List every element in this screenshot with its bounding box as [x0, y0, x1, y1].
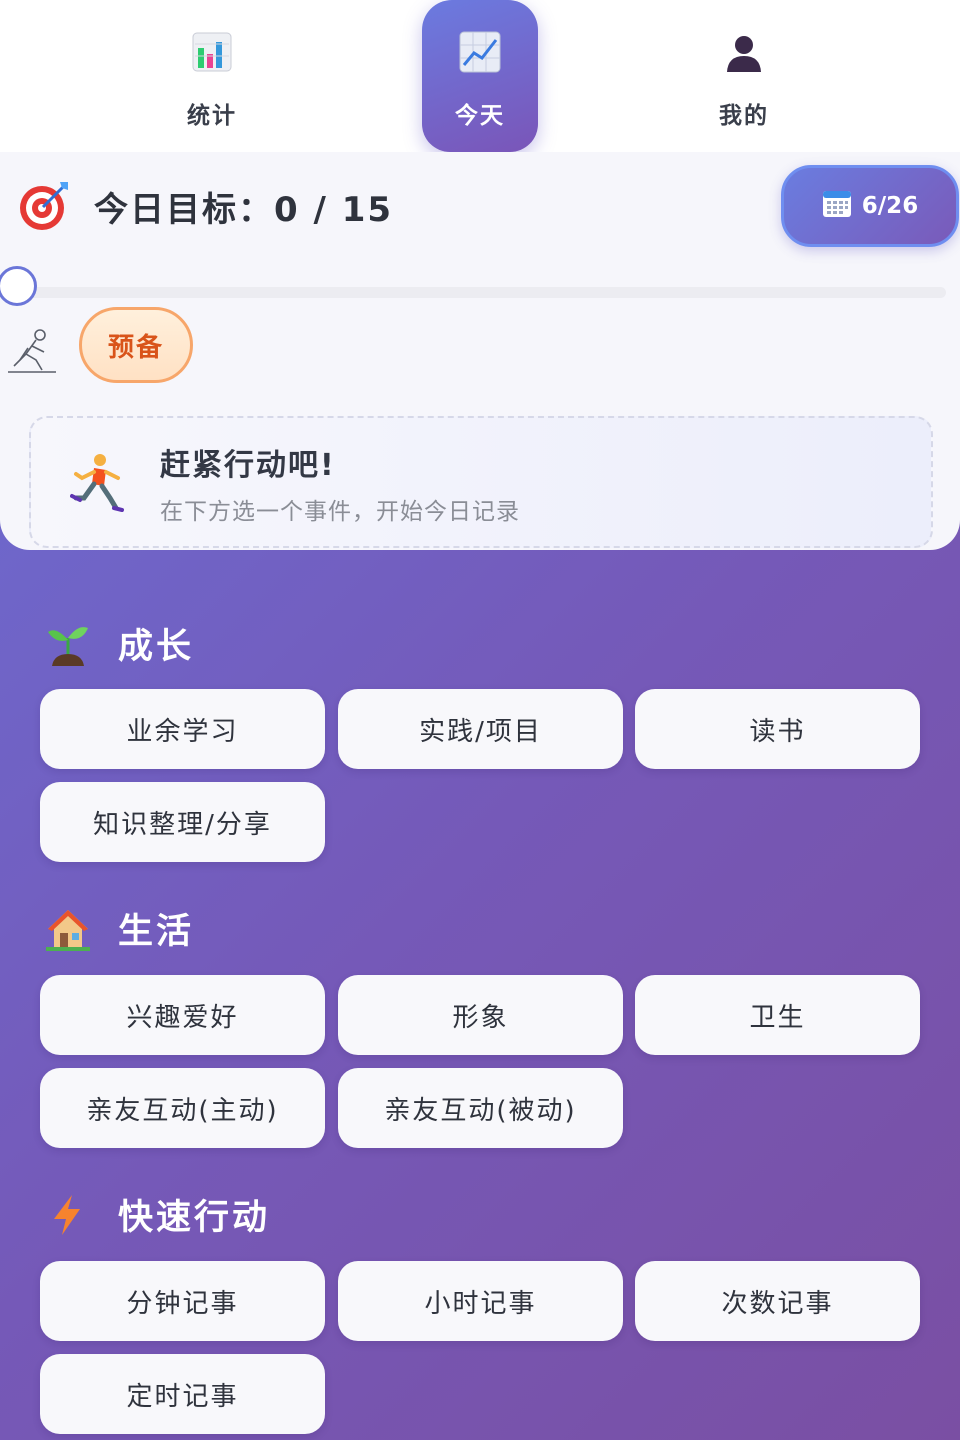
event-chip[interactable]: 兴趣爱好 — [40, 975, 325, 1055]
target-icon — [18, 180, 70, 236]
section-quick-header: 快速行动 — [46, 1189, 270, 1240]
event-chip[interactable]: 实践/项目 — [338, 689, 623, 769]
hint-title: 赶紧行动吧! — [160, 448, 336, 483]
section-life-title: 生活 — [118, 912, 195, 952]
event-chip[interactable]: 卫生 — [635, 975, 920, 1055]
starting-runner-icon — [6, 326, 58, 378]
top-navigation: 统计 今天 我的 — [0, 0, 960, 152]
date-picker-button[interactable]: 6/26 — [781, 165, 959, 247]
hint-subtitle: 在下方选一个事件，开始今日记录 — [160, 499, 520, 525]
tab-me-label: 我的 — [719, 103, 769, 129]
lightning-icon — [46, 1193, 90, 1237]
event-chip[interactable]: 知识整理/分享 — [40, 782, 325, 862]
event-chip[interactable]: 读书 — [635, 689, 920, 769]
tab-stats[interactable]: 统计 — [154, 0, 270, 152]
runner-icon — [70, 452, 126, 518]
tab-stats-label: 统计 — [187, 103, 237, 129]
section-growth-header: 成长 — [46, 618, 194, 669]
event-chip[interactable]: 业余学习 — [40, 689, 325, 769]
tab-me[interactable]: 我的 — [686, 0, 802, 152]
goal-progress-track — [14, 287, 946, 298]
house-icon — [46, 907, 90, 951]
user-silhouette-icon — [722, 30, 766, 74]
tab-today[interactable]: 今天 — [422, 0, 538, 152]
event-chip[interactable]: 亲友互动(被动) — [338, 1068, 623, 1148]
event-chip[interactable]: 次数记事 — [635, 1261, 920, 1341]
event-chip[interactable]: 分钟记事 — [40, 1261, 325, 1341]
event-chip[interactable]: 亲友互动(主动) — [40, 1068, 325, 1148]
date-label: 6/26 — [861, 193, 919, 219]
stage-badge: 预备 — [79, 307, 193, 383]
tab-today-label: 今天 — [455, 103, 505, 129]
event-chip[interactable]: 小时记事 — [338, 1261, 623, 1341]
bar-chart-icon — [190, 30, 234, 74]
calendar-icon — [822, 188, 852, 224]
seedling-icon — [46, 622, 90, 666]
event-chip[interactable]: 定时记事 — [40, 1354, 325, 1434]
daily-goal-title: 今日目标：0 / 15 — [94, 190, 394, 230]
section-life-header: 生活 — [46, 903, 194, 954]
section-growth-title: 成长 — [118, 627, 195, 667]
section-quick-title: 快速行动 — [118, 1198, 271, 1238]
event-chip[interactable]: 形象 — [338, 975, 623, 1055]
trend-chart-icon — [458, 30, 502, 74]
